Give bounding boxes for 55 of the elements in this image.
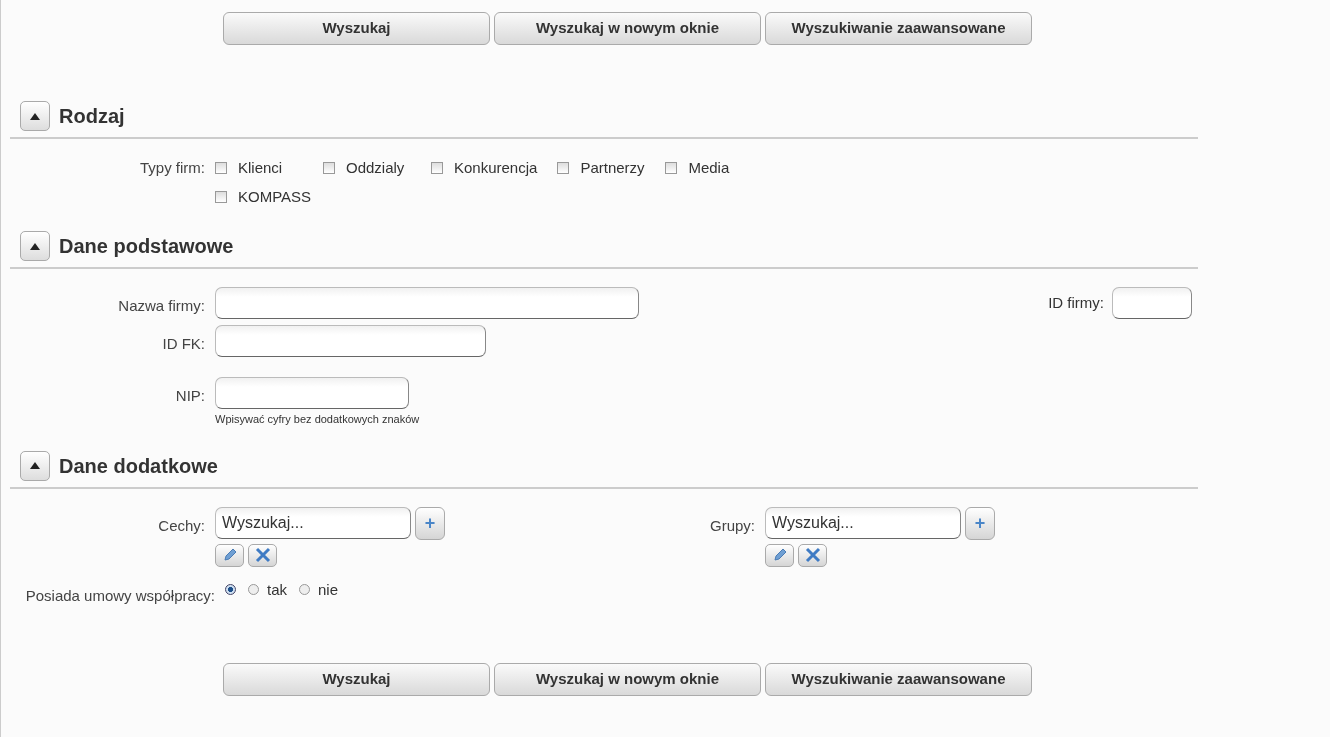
checkbox[interactable] bbox=[215, 190, 227, 203]
text-field[interactable] bbox=[215, 377, 409, 409]
field-label: Grupy: bbox=[710, 515, 756, 536]
text-field[interactable] bbox=[1112, 287, 1192, 319]
checkbox-label[interactable]: Konkurencja bbox=[454, 157, 538, 180]
checkbox-label[interactable]: Oddzialy bbox=[346, 157, 405, 180]
collapse-toggle[interactable] bbox=[20, 231, 50, 261]
edit-button[interactable] bbox=[215, 543, 244, 567]
checkbox[interactable] bbox=[557, 162, 570, 175]
field-label: Nazwa firmy: bbox=[117, 296, 206, 316]
search-button[interactable]: Wyszukiwanie zaawansowane bbox=[765, 12, 1032, 45]
checkbox-label[interactable]: Media bbox=[688, 157, 730, 180]
pencil-icon bbox=[222, 548, 237, 562]
radio-label[interactable]: nie bbox=[318, 578, 339, 601]
search-field[interactable]: Wyszukaj... bbox=[215, 506, 411, 539]
field-label: Typy firm: bbox=[139, 158, 206, 178]
search-field[interactable]: Wyszukaj... bbox=[765, 506, 961, 539]
collapse-toggle[interactable] bbox=[20, 450, 50, 481]
checkbox-label[interactable]: Klienci bbox=[238, 157, 283, 180]
field-label: ID firmy: bbox=[1048, 292, 1104, 313]
collapse-toggle[interactable] bbox=[20, 101, 50, 131]
edit-button[interactable] bbox=[765, 543, 794, 567]
search-button[interactable]: Wyszukaj bbox=[223, 12, 490, 45]
triangle-up-icon bbox=[30, 242, 40, 250]
radio-button[interactable] bbox=[225, 584, 236, 596]
text-field[interactable] bbox=[215, 287, 639, 319]
field-label: Posiada umowy współpracy: bbox=[24, 585, 216, 606]
triangle-up-icon bbox=[30, 462, 40, 469]
field-label: ID FK: bbox=[161, 334, 206, 354]
triangle-up-icon bbox=[30, 112, 40, 120]
section-title: Rodzaj bbox=[59, 104, 125, 129]
search-button[interactable]: Wyszukaj w nowym oknie bbox=[494, 663, 761, 696]
checkbox-label[interactable]: KOMPASS bbox=[238, 185, 312, 208]
section-title: Dane dodatkowe bbox=[59, 453, 218, 479]
radio-label[interactable]: tak bbox=[267, 578, 287, 601]
clear-button[interactable] bbox=[248, 543, 277, 567]
pencil-icon bbox=[772, 548, 787, 562]
radio-button[interactable] bbox=[248, 584, 259, 596]
text-field[interactable] bbox=[215, 325, 486, 357]
checkbox[interactable] bbox=[431, 162, 443, 175]
radio-button[interactable] bbox=[299, 584, 310, 596]
checkbox[interactable] bbox=[665, 162, 678, 175]
field-label: Cechy: bbox=[157, 515, 206, 536]
close-icon bbox=[804, 547, 821, 563]
clear-button[interactable] bbox=[798, 543, 827, 567]
search-button[interactable]: Wyszukiwanie zaawansowane bbox=[765, 663, 1032, 696]
hint-text: Wpisywać cyfry bez dodatkowych znaków bbox=[215, 412, 420, 427]
checkbox[interactable] bbox=[323, 162, 335, 175]
checkbox[interactable] bbox=[215, 162, 227, 175]
section-title: Dane podstawowe bbox=[59, 234, 234, 259]
checkbox-label[interactable]: Partnerzy bbox=[580, 157, 645, 180]
field-label: NIP: bbox=[174, 386, 206, 406]
search-button[interactable]: Wyszukaj bbox=[223, 663, 490, 696]
search-button[interactable]: Wyszukaj w nowym oknie bbox=[494, 12, 761, 45]
close-icon bbox=[254, 547, 271, 563]
